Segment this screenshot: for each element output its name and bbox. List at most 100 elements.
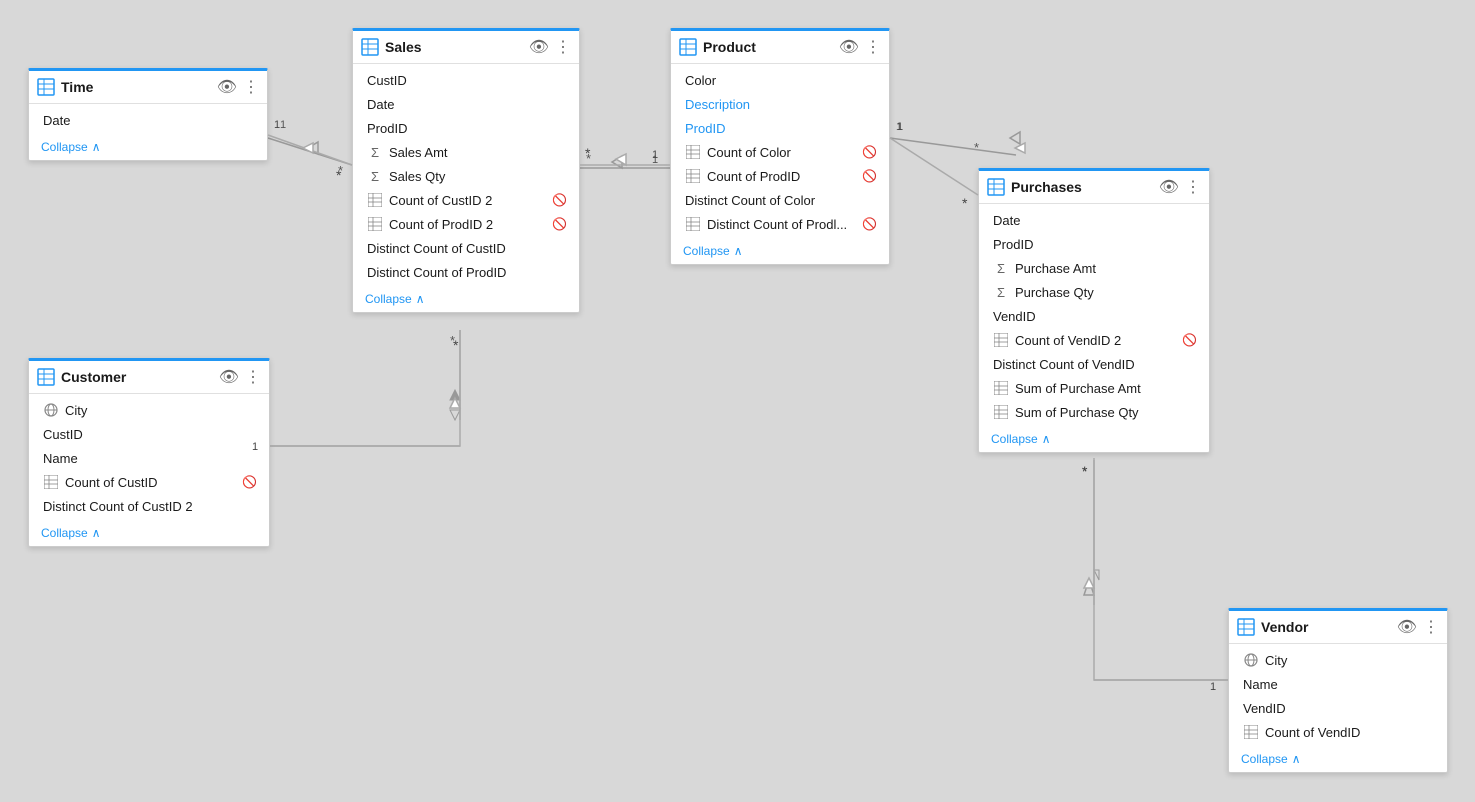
sales-field-custid: CustID (353, 68, 579, 92)
svg-text:1: 1 (652, 154, 658, 166)
table-vendor-icon (1237, 618, 1255, 636)
svg-text:1: 1 (897, 121, 903, 133)
time-eye-icon[interactable]: 👁 (217, 77, 237, 97)
sales-field-countcustid2: Count of CustID 2 🚫 (353, 188, 579, 212)
table-customer-icon (37, 368, 55, 386)
customer-field-distinctcustid2: Distinct Count of CustID 2 (29, 494, 269, 518)
table-purchases-header: Purchases 👁 ⋮ (979, 171, 1209, 204)
table-vendor[interactable]: Vendor 👁 ⋮ City Name (1228, 608, 1448, 773)
table-customer-header: Customer 👁 ⋮ (29, 361, 269, 394)
product-eye-icon[interactable]: 👁 (839, 37, 859, 57)
table-time-icon (37, 78, 55, 96)
table-product[interactable]: Product 👁 ⋮ Color Description ProdID Cou… (670, 28, 890, 265)
customer-collapse[interactable]: Collapse ∧ (29, 522, 269, 546)
sales-field-distinctprodid: Distinct Count of ProdID (353, 260, 579, 284)
vendor-more-icon[interactable]: ⋮ (1423, 617, 1439, 637)
table-product-body: Color Description ProdID Count of Color … (671, 64, 889, 240)
table-sales-title: Sales (385, 39, 529, 55)
table-sales-header: Sales 👁 ⋮ (353, 31, 579, 64)
table-vendor-body: City Name VendID Count of VendID (1229, 644, 1447, 748)
table-vendor-header: Vendor 👁 ⋮ (1229, 611, 1447, 644)
purchases-field-countvendid2: Count of VendID 2 🚫 (979, 328, 1209, 352)
sales-field-countprodid2: Count of ProdID 2 🚫 (353, 212, 579, 236)
purchases-field-vendid: VendID (979, 304, 1209, 328)
table-product-actions: 👁 ⋮ (839, 37, 881, 57)
sales-field-distinctcustid: Distinct Count of CustID (353, 236, 579, 260)
product-field-distinctcolor: Distinct Count of Color (671, 188, 889, 212)
table-sales[interactable]: Sales 👁 ⋮ CustID Date ProdID Σ Sales Amt… (352, 28, 580, 313)
time-field-date: Date (29, 108, 267, 132)
table-product-title: Product (703, 39, 839, 55)
table-customer[interactable]: Customer 👁 ⋮ City CustID (28, 358, 270, 547)
svg-text:*: * (962, 195, 968, 211)
time-collapse[interactable]: Collapse ∧ (29, 136, 267, 160)
table-sales-actions: 👁 ⋮ (529, 37, 571, 57)
product-collapse[interactable]: Collapse ∧ (671, 240, 889, 264)
customer-field-custid: CustID (29, 422, 269, 446)
purchases-more-icon[interactable]: ⋮ (1185, 177, 1201, 197)
product-field-color: Color (671, 68, 889, 92)
svg-text:1: 1 (652, 149, 658, 161)
purchases-eye-icon[interactable]: 👁 (1159, 177, 1179, 197)
vendor-field-name: Name (1229, 672, 1447, 696)
table-sales-icon (361, 38, 379, 56)
svg-text:1: 1 (274, 119, 280, 131)
table-vendor-title: Vendor (1261, 619, 1397, 635)
sales-collapse[interactable]: Collapse ∧ (353, 288, 579, 312)
svg-text:*: * (1082, 463, 1088, 479)
customer-more-icon[interactable]: ⋮ (245, 367, 261, 387)
sales-field-date: Date (353, 92, 579, 116)
purchases-field-distinctvendid: Distinct Count of VendID (979, 352, 1209, 376)
product-field-countprodid: Count of ProdID 🚫 (671, 164, 889, 188)
product-field-distinctprod: Distinct Count of Prodl... 🚫 (671, 212, 889, 236)
customer-eye-icon[interactable]: 👁 (219, 367, 239, 387)
svg-text:*: * (453, 337, 459, 353)
product-more-icon[interactable]: ⋮ (865, 37, 881, 57)
product-field-prodid: ProdID (671, 116, 889, 140)
sales-eye-icon[interactable]: 👁 (529, 37, 549, 57)
product-field-countcolor: Count of Color 🚫 (671, 140, 889, 164)
table-purchases[interactable]: Purchases 👁 ⋮ Date ProdID Σ Purchase Amt… (978, 168, 1210, 453)
table-customer-body: City CustID Name Count of CustID 🚫 Disti… (29, 394, 269, 522)
table-customer-actions: 👁 ⋮ (219, 367, 261, 387)
svg-text:1: 1 (280, 119, 286, 131)
table-product-header: Product 👁 ⋮ (671, 31, 889, 64)
svg-text:*: * (974, 140, 979, 155)
svg-text:*: * (338, 163, 343, 178)
svg-text:1: 1 (1210, 681, 1216, 693)
vendor-field-city: City (1229, 648, 1447, 672)
table-time-actions: 👁 ⋮ (217, 77, 259, 97)
customer-field-countcustid: Count of CustID 🚫 (29, 470, 269, 494)
purchases-field-purchaseqty: Σ Purchase Qty (979, 280, 1209, 304)
purchases-field-prodid: ProdID (979, 232, 1209, 256)
customer-field-name: Name (29, 446, 269, 470)
purchases-field-sumpurchaseqty: Sum of Purchase Qty (979, 400, 1209, 424)
vendor-field-countvendid: Count of VendID (1229, 720, 1447, 744)
customer-field-city: City (29, 398, 269, 422)
table-purchases-actions: 👁 ⋮ (1159, 177, 1201, 197)
table-purchases-title: Purchases (1011, 179, 1159, 195)
time-more-icon[interactable]: ⋮ (243, 77, 259, 97)
svg-text:*: * (450, 333, 455, 348)
sales-field-salesqty: Σ Sales Qty (353, 164, 579, 188)
sales-more-icon[interactable]: ⋮ (555, 37, 571, 57)
table-time-header: Time 👁 ⋮ (29, 71, 267, 104)
purchases-field-date: Date (979, 208, 1209, 232)
vendor-eye-icon[interactable]: 👁 (1397, 617, 1417, 637)
table-time-title: Time (61, 79, 217, 95)
table-vendor-actions: 👁 ⋮ (1397, 617, 1439, 637)
table-purchases-body: Date ProdID Σ Purchase Amt Σ Purchase Qt… (979, 204, 1209, 428)
svg-text:1: 1 (896, 121, 902, 133)
table-sales-body: CustID Date ProdID Σ Sales Amt Σ Sales Q… (353, 64, 579, 288)
table-time[interactable]: Time 👁 ⋮ Date Collapse ∧ (28, 68, 268, 161)
purchases-field-purchaseamt: Σ Purchase Amt (979, 256, 1209, 280)
vendor-collapse[interactable]: Collapse ∧ (1229, 748, 1447, 772)
table-time-body: Date (29, 104, 267, 136)
purchases-collapse[interactable]: Collapse ∧ (979, 428, 1209, 452)
product-field-description: Description (671, 92, 889, 116)
table-purchases-icon (987, 178, 1005, 196)
diagram-canvas: 1 * * 1 * 1 1 * * 1 (0, 0, 1475, 802)
table-product-icon (679, 38, 697, 56)
table-customer-title: Customer (61, 369, 219, 385)
svg-text:*: * (586, 151, 591, 166)
